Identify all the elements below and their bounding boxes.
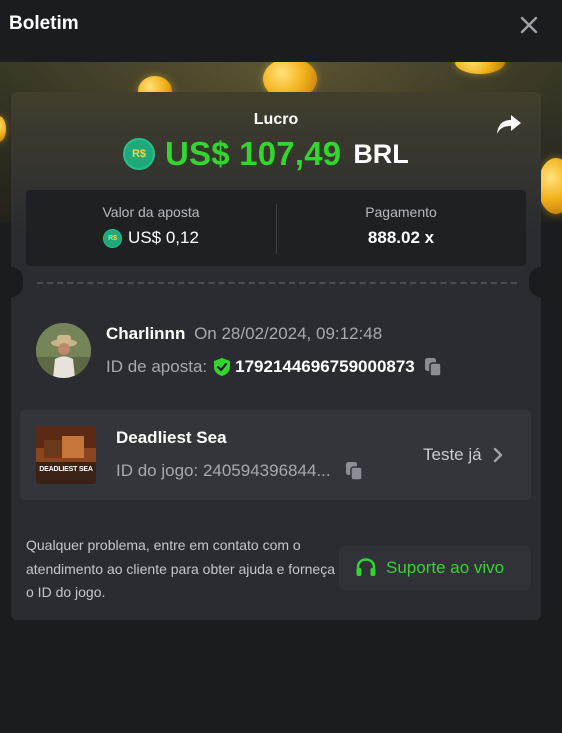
- game-info: DEADLIEST SEA Deadliest Sea ID do jogo: …: [20, 410, 531, 500]
- game-id-row: ID do jogo: 240594396844...: [116, 460, 363, 482]
- payout-stat: Pagamento 888.02 x: [276, 190, 526, 266]
- bet-id-label: ID de aposta:: [106, 357, 208, 376]
- ticket-divider: [37, 282, 517, 284]
- live-support-button[interactable]: Suporte ao vivo: [339, 546, 531, 590]
- top-bar: Boletim: [0, 0, 562, 64]
- game-artwork: [36, 426, 96, 484]
- real-coin-icon: R$: [103, 228, 123, 248]
- close-icon[interactable]: [516, 12, 542, 38]
- profit-amount: US$ 107,49: [165, 135, 342, 172]
- game-thumbnail-title: DEADLIEST SEA: [39, 466, 93, 473]
- chevron-right-icon: [493, 447, 502, 463]
- bet-value-label: Valor da aposta: [102, 204, 200, 220]
- profit-currency: BRL: [353, 138, 409, 169]
- ticket-notch-right: [529, 267, 541, 297]
- bet-user-line: Charlinnn On 28/02/2024, 09:12:48: [106, 324, 382, 344]
- live-support-label: Suporte ao vivo: [386, 558, 505, 577]
- payout-label: Pagamento: [365, 204, 437, 220]
- bet-id-row: ID de aposta: 1792144696759000873: [106, 355, 442, 379]
- try-game-label: Teste já: [423, 445, 482, 464]
- game-thumbnail: DEADLIEST SEA: [36, 426, 96, 484]
- user-photo: [36, 323, 91, 378]
- bet-value: US$ 0,12: [128, 228, 199, 247]
- verified-shield-icon: [214, 358, 231, 376]
- page-title: Boletim: [9, 13, 79, 34]
- avatar: [36, 323, 91, 378]
- game-name: Deadliest Sea: [116, 428, 227, 447]
- help-text: Qualquer problema, entre em contato com …: [26, 537, 335, 600]
- bet-slip-card: Lucro R$ US$ 107,49 BRL Valor da aposta …: [11, 92, 541, 620]
- try-game-button[interactable]: Teste já: [423, 443, 504, 467]
- gold-coin-icon: [455, 62, 505, 74]
- payout-value: 888.02 x: [367, 228, 435, 247]
- real-coin-icon: R$: [123, 138, 155, 170]
- bet-value-stat: Valor da aposta R$ US$ 0,12: [26, 190, 276, 266]
- profit-amount-row: R$ US$ 107,49 BRL: [123, 135, 409, 172]
- game-id: ID do jogo: 240594396844...: [116, 461, 331, 480]
- bet-value-row: R$ US$ 0,12: [26, 228, 276, 248]
- copy-icon[interactable]: [345, 461, 363, 481]
- headset-icon: [356, 558, 376, 576]
- profit-label: Lucro: [253, 111, 299, 128]
- copy-icon[interactable]: [424, 357, 442, 377]
- bet-id-value: 1792144696759000873: [235, 357, 415, 376]
- username: Charlinnn: [106, 324, 186, 343]
- bet-stats: Valor da aposta R$ US$ 0,12 Pagamento 88…: [26, 190, 526, 266]
- share-icon[interactable]: [495, 110, 523, 138]
- gold-coin-icon: [0, 116, 6, 142]
- gold-coin-icon: [538, 158, 562, 214]
- bet-datetime: On 28/02/2024, 09:12:48: [194, 324, 383, 343]
